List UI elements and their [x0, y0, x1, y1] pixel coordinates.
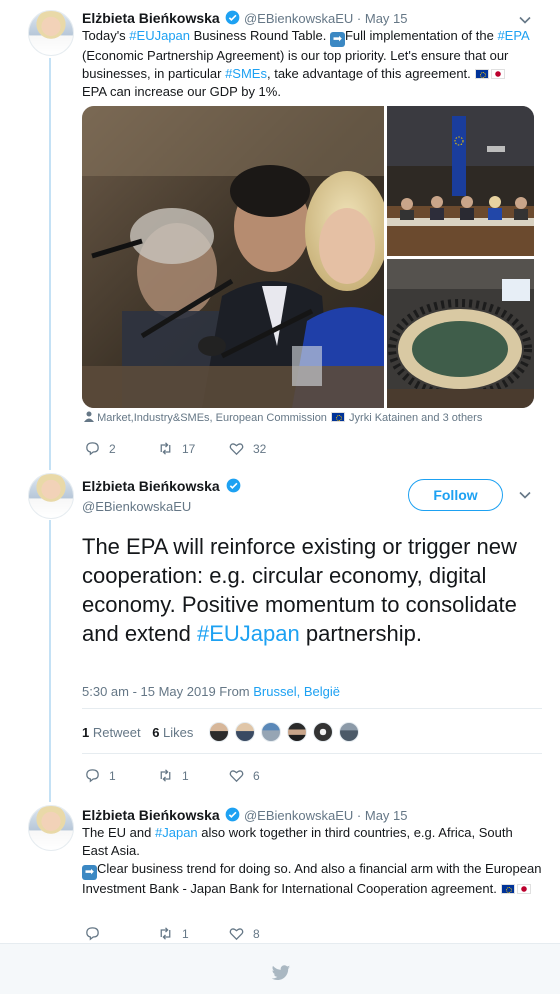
likes-stat[interactable]: 6 Likes — [152, 725, 193, 740]
retweet-icon — [160, 442, 171, 455]
liker-avatar[interactable] — [313, 722, 333, 742]
hashtag-link[interactable]: #EUJapan — [197, 621, 300, 646]
display-name[interactable]: Elżbieta Bieńkowska — [82, 10, 220, 26]
photo-tags-label[interactable]: Market,Industry&SMEs, European Commissio… — [97, 412, 330, 424]
eu-flag-icon — [501, 884, 516, 894]
hashtag-link[interactable]: #EUJapan — [129, 28, 190, 43]
like-count: 6 — [253, 768, 260, 783]
location-link[interactable]: Brussel, België — [253, 684, 340, 699]
tweet-header: Elżbieta Bieńkowska @EBienkowskaEU · May… — [82, 807, 408, 823]
chevron-down-icon[interactable] — [518, 488, 532, 502]
like-count: 32 — [253, 441, 267, 456]
photo-meeting-room-flag — [387, 106, 534, 256]
hashtag-link[interactable]: #EPA — [497, 28, 529, 43]
thread-line-bottom — [49, 520, 51, 802]
photo-round-table-participants — [82, 106, 384, 408]
avatar[interactable] — [28, 805, 74, 851]
reply-icon — [86, 769, 99, 783]
liker-avatar[interactable] — [287, 722, 307, 742]
divider — [82, 753, 542, 754]
retweet-button[interactable]: 1 — [157, 925, 189, 942]
person-icon — [84, 411, 94, 422]
handle[interactable]: @EBienkowskaEU — [244, 11, 353, 26]
tweet-date[interactable]: May 15 — [365, 808, 408, 823]
display-name[interactable]: Elżbieta Bieńkowska — [82, 478, 220, 494]
avatar[interactable] — [28, 473, 74, 519]
like-button[interactable]: 6 — [228, 767, 260, 784]
retweet-count: 17 — [182, 441, 196, 456]
tweet-header: Elżbieta Bieńkowska @EBienkowskaEU · May… — [82, 10, 408, 26]
follow-button[interactable]: Follow — [408, 479, 503, 511]
like-count: 8 — [253, 926, 260, 941]
liker-avatar[interactable] — [235, 722, 255, 742]
arrow-right-emoji-icon: ➡ — [329, 32, 345, 47]
reply-icon — [86, 927, 99, 941]
tweet-timestamp: 5:30 am - 15 May 2019 From Brussel, Belg… — [82, 684, 340, 699]
engagement-stats: 1 Retweet 6 Likes — [82, 725, 193, 740]
tweet-photo-2[interactable] — [387, 106, 534, 256]
hashtag-link[interactable]: #SMEs — [225, 66, 267, 81]
heart-icon — [229, 928, 244, 941]
tweet-photo-3[interactable] — [387, 259, 534, 408]
separator-dot: · — [356, 808, 362, 823]
retweet-count: 1 — [182, 768, 189, 783]
hashtag-link[interactable]: #Japan — [155, 825, 198, 840]
retweet-button[interactable]: 1 — [157, 767, 189, 784]
handle[interactable]: @EBienkowskaEU — [244, 808, 353, 823]
photo-conference-room-overview — [387, 259, 534, 408]
verified-badge-icon — [225, 807, 240, 822]
retweet-button[interactable]: 17 — [157, 440, 195, 457]
photo-tags-label-2[interactable]: Jyrki Katainen and 3 others — [346, 412, 482, 424]
retweet-icon — [160, 927, 171, 940]
reply-button[interactable]: 2 — [84, 440, 116, 457]
japan-flag-icon — [517, 884, 532, 894]
separator-dot: · — [356, 11, 362, 26]
retweets-stat[interactable]: 1 Retweet — [82, 725, 141, 740]
reply-icon — [86, 442, 99, 456]
eu-flag-icon — [330, 412, 345, 422]
chevron-down-icon[interactable] — [518, 13, 532, 27]
tweet-date[interactable]: May 15 — [365, 11, 408, 26]
tweet-header: Elżbieta Bieńkowska — [82, 478, 241, 496]
thread-line-top — [49, 58, 51, 470]
tweet-text: The EU and #Japan also work together in … — [82, 825, 542, 896]
like-button[interactable]: 8 — [228, 925, 260, 942]
footer — [0, 943, 560, 994]
arrow-right-emoji-icon: ➡ — [82, 865, 97, 880]
tweet-photo-main[interactable] — [82, 106, 384, 408]
divider — [82, 708, 542, 709]
heart-icon — [229, 443, 244, 456]
reply-button[interactable]: 1 — [84, 767, 116, 784]
verified-badge-icon — [225, 10, 240, 25]
eu-flag-icon — [475, 69, 490, 79]
retweet-count: 1 — [182, 926, 189, 941]
liker-avatar[interactable] — [209, 722, 229, 742]
heart-icon — [229, 770, 244, 783]
liker-avatar[interactable] — [339, 722, 359, 742]
like-button[interactable]: 32 — [228, 440, 266, 457]
display-name[interactable]: Elżbieta Bieńkowska — [82, 807, 220, 823]
twitter-bird-icon[interactable] — [271, 965, 291, 982]
tweet-text: The EPA will reinforce existing or trigg… — [82, 534, 517, 646]
reply-button[interactable] — [84, 925, 109, 942]
retweet-icon — [160, 769, 171, 782]
reply-count: 1 — [109, 768, 116, 783]
tweet-text: Today's #EUJapan Business Round Table. ➡… — [82, 28, 530, 99]
reply-count: 2 — [109, 441, 116, 456]
handle[interactable]: @EBienkowskaEU — [82, 499, 191, 514]
liker-avatar[interactable] — [261, 722, 281, 742]
avatar[interactable] — [28, 10, 74, 56]
japan-flag-icon — [491, 69, 506, 79]
photo-tags: Market,Industry&SMEs, European Commissio… — [84, 411, 482, 424]
verified-badge-icon — [226, 478, 241, 493]
